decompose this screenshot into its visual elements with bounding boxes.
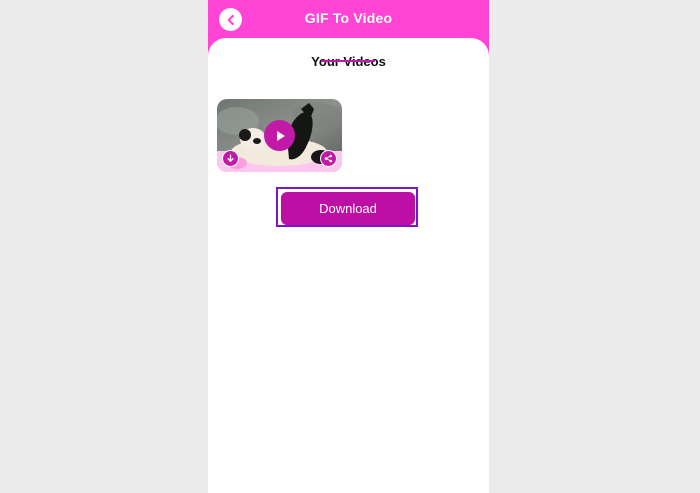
video-card[interactable] (217, 99, 342, 172)
arrow-down-icon (227, 154, 234, 162)
share-icon (324, 154, 333, 163)
video-download-button[interactable] (222, 150, 239, 167)
app-header: GIF To Video (208, 0, 489, 40)
play-icon (276, 130, 285, 141)
page-title: GIF To Video (304, 10, 393, 26)
main-content: Your Videos (208, 38, 489, 493)
download-button[interactable]: Download (281, 192, 415, 225)
app-screen: GIF To Video Your Videos (208, 0, 489, 493)
play-button[interactable] (264, 120, 295, 151)
tab-active-indicator (321, 60, 375, 62)
video-share-button[interactable] (320, 150, 337, 167)
tab-your-videos[interactable]: Your Videos (208, 53, 489, 71)
